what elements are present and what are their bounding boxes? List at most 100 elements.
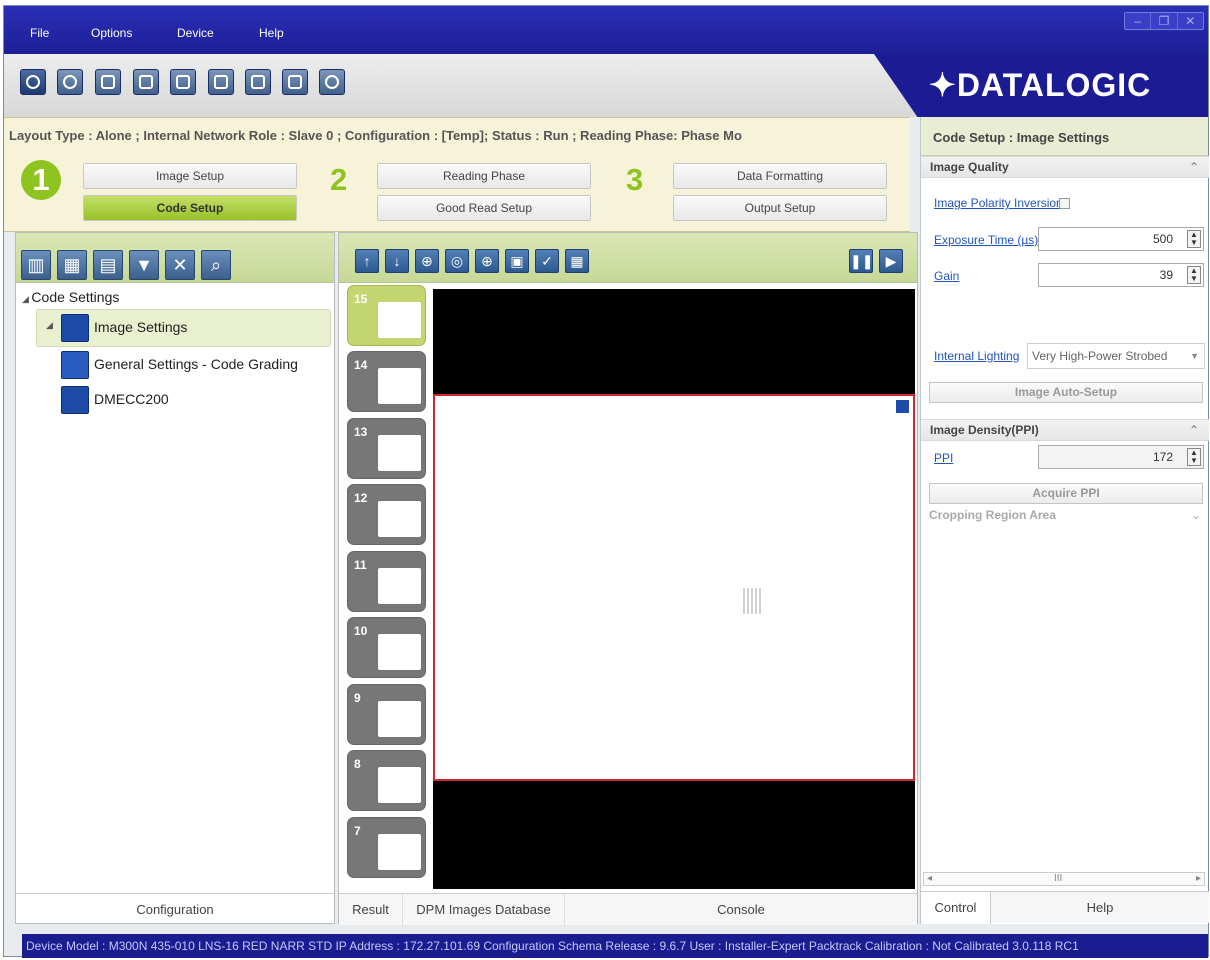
image-auto-setup-button[interactable]: Image Auto-Setup: [929, 382, 1203, 403]
close-icon[interactable]: ✕: [1178, 13, 1203, 29]
tree-item-general-settings[interactable]: General Settings - Code Grading: [94, 356, 298, 372]
filter-icon[interactable]: ▼: [129, 250, 159, 280]
good-read-setup-button[interactable]: Good Read Setup: [377, 195, 591, 221]
scroll-right-icon[interactable]: ▸: [1196, 873, 1201, 884]
postal-code-icon[interactable]: ▤: [93, 250, 123, 280]
autolearn-icon[interactable]: ⌕: [201, 250, 231, 280]
thumbnail[interactable]: 13: [347, 418, 426, 479]
tab-help[interactable]: Help: [991, 892, 1209, 924]
acquire-ppi-button[interactable]: Acquire PPI: [929, 483, 1203, 504]
gain-label[interactable]: Gain: [934, 269, 959, 283]
horizontal-scrollbar[interactable]: ◂ III ▸: [923, 872, 1205, 886]
thumbnail[interactable]: 8: [347, 750, 426, 811]
exposure-time-field[interactable]: 500 ▲ ▼: [1038, 227, 1204, 251]
layout-bar: Layout Type : Alone ; Internal Network R…: [4, 117, 910, 232]
reading-phase-button[interactable]: Reading Phase: [377, 163, 591, 189]
thumbnail[interactable]: 12: [347, 484, 426, 545]
datalogic-logo: ✦DATALOGIC: [929, 67, 1152, 103]
internal-lighting-select[interactable]: Very High-Power Strobed ▼: [1027, 343, 1205, 369]
thumbnail[interactable]: 7: [347, 817, 426, 878]
zoom-in-icon[interactable]: ⊕: [415, 249, 439, 273]
code-setup-button[interactable]: Code Setup: [83, 195, 297, 221]
open-file-icon[interactable]: [170, 69, 196, 95]
datamatrix-icon[interactable]: ▦: [57, 250, 87, 280]
data-formatting-button[interactable]: Data Formatting: [673, 163, 887, 189]
spinner-icon[interactable]: ▲ ▼: [1187, 230, 1201, 248]
zoom-fit-icon[interactable]: ⊕: [475, 249, 499, 273]
tree-item-dmecc200[interactable]: DMECC200: [94, 391, 169, 407]
tree-item-code-settings[interactable]: ◢ Code Settings: [22, 289, 119, 305]
section-image-quality[interactable]: Image Quality ⌃: [921, 156, 1209, 178]
save-file-icon[interactable]: [208, 69, 234, 95]
chevron-up-icon: ⌃: [1188, 160, 1199, 174]
section-cropping-region[interactable]: Cropping Region Area ⌄: [929, 508, 1201, 522]
chevron-down-icon: ⌄: [1190, 508, 1201, 522]
play-icon[interactable]: ▶: [879, 249, 903, 273]
scroll-thumb[interactable]: III: [1054, 873, 1062, 884]
section-image-density[interactable]: Image Density(PPI) ⌃: [921, 419, 1209, 441]
step-3-badge: 3: [626, 162, 644, 197]
check-icon[interactable]: ✓: [535, 249, 559, 273]
thumbnail-number: 13: [354, 425, 368, 439]
panel-title: Code Setup : Image Settings: [921, 117, 1208, 156]
chevron-up-icon: ⌃: [1188, 423, 1199, 437]
compare-icon[interactable]: [282, 69, 308, 95]
tab-dpm-images-database[interactable]: DPM Images Database: [403, 894, 565, 926]
image-setup-button[interactable]: Image Setup: [83, 163, 297, 189]
ppi-field[interactable]: 172 ▲ ▼: [1038, 445, 1204, 469]
barcode-icon[interactable]: ▥: [21, 250, 51, 280]
scroll-left-icon[interactable]: ◂: [927, 873, 932, 884]
network-icon[interactable]: [319, 69, 345, 95]
zoom-100-icon[interactable]: ◎: [445, 249, 469, 273]
cropping-region-label: Cropping Region Area: [929, 508, 1056, 522]
spinner-icon[interactable]: ▲ ▼: [1187, 266, 1201, 284]
save-device-icon[interactable]: [133, 69, 159, 95]
minimize-icon[interactable]: –: [1125, 13, 1152, 29]
save-image-icon[interactable]: ▣: [505, 249, 529, 273]
thumbnail-number: 7: [354, 824, 361, 838]
ppi-label[interactable]: PPI: [934, 451, 953, 465]
thumbnail[interactable]: 14: [347, 351, 426, 412]
spinner-icon[interactable]: ▲ ▼: [1187, 448, 1201, 466]
home-icon[interactable]: [20, 69, 46, 95]
output-setup-button[interactable]: Output Setup: [673, 195, 887, 221]
thumbnail[interactable]: 15: [347, 285, 426, 346]
gain-value: 39: [1159, 268, 1173, 282]
grid-icon[interactable]: ▦: [565, 249, 589, 273]
thumbnail[interactable]: 9: [347, 684, 426, 745]
thumbnail[interactable]: 11: [347, 551, 426, 612]
restore-icon[interactable]: ❐: [1151, 13, 1178, 29]
tab-configuration[interactable]: Configuration: [16, 893, 334, 925]
image-polarity-inversion-label[interactable]: Image Polarity Inversion: [934, 196, 1063, 210]
tab-console[interactable]: Console: [565, 894, 917, 926]
tab-result[interactable]: Result: [339, 894, 403, 926]
arrow-up-icon[interactable]: ↑: [355, 249, 379, 273]
tab-control[interactable]: Control: [921, 892, 991, 924]
menu-options[interactable]: Options: [91, 26, 132, 40]
thumbnail[interactable]: 10: [347, 617, 426, 678]
device-info-icon[interactable]: [245, 69, 271, 95]
ppi-value: 172: [1152, 450, 1173, 464]
thumbnail-number: 11: [354, 558, 367, 572]
menu-device[interactable]: Device: [177, 26, 214, 40]
acquired-image[interactable]: [433, 394, 915, 781]
image-polarity-inversion-checkbox[interactable]: [1059, 198, 1070, 209]
arrow-down-icon[interactable]: ↓: [385, 249, 409, 273]
delete-icon[interactable]: ✕: [165, 250, 195, 280]
datamatrix-symbol: [743, 588, 763, 614]
gain-field[interactable]: 39 ▲ ▼: [1038, 263, 1204, 287]
pause-icon[interactable]: ❚❚: [849, 249, 873, 273]
exposure-time-label[interactable]: Exposure Time (µs): [934, 233, 1038, 247]
menu-help[interactable]: Help: [259, 26, 284, 40]
internal-lighting-label[interactable]: Internal Lighting: [934, 349, 1019, 363]
image-viewer-panel: ↑ ↓ ⊕ ◎ ⊕ ▣ ✓ ▦ ❚❚ ▶ 15 14 13 12 11 10 9…: [338, 232, 918, 926]
step-2-badge: 2: [330, 162, 348, 197]
camera-icon[interactable]: [57, 69, 83, 95]
configuration-panel: ▥ ▦ ▤ ▼ ✕ ⌕ ◢ Code Settings ◢ Image Sett…: [15, 232, 335, 924]
send-config-icon[interactable]: [95, 69, 121, 95]
properties-panel: Code Setup : Image Settings Image Qualit…: [920, 117, 1209, 924]
menu-bar: File Options Device Help – ❐ ✕: [4, 6, 1208, 54]
datamatrix-code-icon: [61, 386, 89, 414]
menu-file[interactable]: File: [30, 26, 49, 40]
datamatrix-badge-icon: [896, 400, 909, 413]
